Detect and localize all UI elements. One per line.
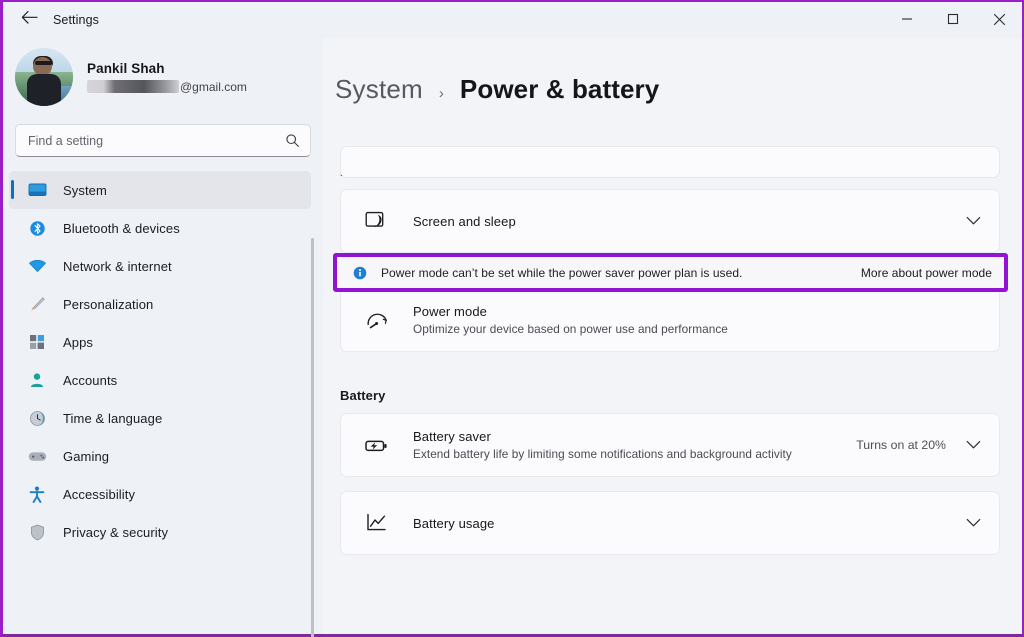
sidebar: Pankil Shah @gmail.com [3,38,323,634]
shield-icon [25,522,49,542]
apps-grid-icon [25,332,49,352]
row-title: Screen and sleep [413,214,966,229]
sidebar-item-system[interactable]: System [9,171,311,209]
avatar [15,48,73,106]
row-title: Battery usage [413,516,966,531]
accessibility-person-icon [25,484,49,504]
sidebar-item-gaming[interactable]: Gaming [9,437,311,475]
sidebar-item-privacy-security[interactable]: Privacy & security [9,513,311,551]
back-button[interactable] [11,4,47,36]
person-icon [25,370,49,390]
sidebar-item-label: Network & internet [63,259,172,274]
sidebar-item-network-internet[interactable]: Network & internet [9,247,311,285]
sidebar-item-label: Privacy & security [63,525,168,540]
breadcrumb: System › Power & battery [335,38,1022,118]
bluetooth-icon [25,218,49,238]
row-title: Power mode [413,304,981,319]
row-title: Battery saver [413,429,856,444]
sidebar-item-label: Personalization [63,297,153,312]
search-input[interactable] [28,134,285,148]
row-battery-usage[interactable]: Battery usage [341,492,999,554]
sidebar-item-label: Gaming [63,449,109,464]
redacted-email-block [87,80,179,93]
breadcrumb-parent-link[interactable]: System [335,74,423,105]
sidebar-item-time-language[interactable]: Time & language [9,399,311,437]
window-title: Settings [53,13,99,27]
row-subtitle: Extend battery life by limiting some not… [413,447,856,461]
settings-scroll-area: Power Screen and sleep [335,164,1022,634]
main-content: System › Power & battery Power [323,38,1022,634]
battery-card-usage: Battery usage [340,491,1000,555]
battery-saver-icon [363,436,391,455]
maximize-button[interactable] [930,2,976,36]
row-battery-saver[interactable]: Battery saver Extend battery life by lim… [341,414,999,476]
breadcrumb-separator-icon: › [439,85,444,102]
search-icon [285,133,300,148]
partial-card-above [340,146,1000,178]
section-heading-battery: Battery [340,388,1022,403]
power-mode-warning-banner: Power mode can’t be set while the power … [337,257,1004,288]
power-card-power-mode: Power mode Optimize your device based on… [340,288,1000,352]
power-mode-warning-highlight: Power mode can’t be set while the power … [333,253,1008,292]
sidebar-item-bluetooth-devices[interactable]: Bluetooth & devices [9,209,311,247]
account-email: @gmail.com [87,80,247,94]
power-mode-warning-text: Power mode can’t be set while the power … [381,266,861,280]
sidebar-item-label: Bluetooth & devices [63,221,180,236]
battery-saver-value: Turns on at 20% [856,438,946,452]
sidebar-item-label: System [63,183,107,198]
battery-usage-chart-icon [363,513,391,533]
sidebar-nav: System Bluetooth & devices [3,171,323,551]
close-icon [993,13,1006,26]
info-icon [353,266,369,280]
page-title: Power & battery [460,74,659,105]
chevron-down-icon[interactable] [966,216,981,226]
screen-sleep-icon [363,211,391,232]
sidebar-item-accessibility[interactable]: Accessibility [9,475,311,513]
window-body: Pankil Shah @gmail.com [3,38,1022,634]
account-name: Pankil Shah [87,61,247,76]
title-bar: Settings [3,2,1022,38]
settings-window: Settings [0,0,1024,637]
power-card-screen-sleep: Screen and sleep [340,189,1000,253]
account-email-domain: @gmail.com [180,80,247,94]
system-monitor-icon [25,180,49,200]
search-box[interactable] [15,124,311,157]
power-mode-gauge-icon [363,310,391,331]
back-arrow-icon [21,10,38,30]
row-power-mode[interactable]: Power mode Optimize your device based on… [341,289,999,351]
sidebar-item-label: Accessibility [63,487,135,502]
chevron-down-icon[interactable] [966,440,981,450]
sidebar-item-label: Accounts [63,373,117,388]
battery-card-saver: Battery saver Extend battery life by lim… [340,413,1000,477]
paintbrush-icon [25,294,49,314]
minimize-button[interactable] [884,2,930,36]
sidebar-item-label: Apps [63,335,93,350]
row-subtitle: Optimize your device based on power use … [413,322,981,336]
sidebar-item-label: Time & language [63,411,162,426]
more-about-power-mode-link[interactable]: More about power mode [861,266,992,280]
minimize-icon [901,13,913,25]
search-container [3,112,323,157]
account-tile[interactable]: Pankil Shah @gmail.com [3,40,323,112]
sidebar-item-apps[interactable]: Apps [9,323,311,361]
window-controls [884,2,1022,38]
wifi-icon [25,256,49,276]
maximize-icon [947,13,959,25]
sidebar-scrollbar[interactable] [311,238,314,637]
row-screen-and-sleep[interactable]: Screen and sleep [341,190,999,252]
clock-globe-icon [25,408,49,428]
sidebar-item-personalization[interactable]: Personalization [9,285,311,323]
sidebar-item-accounts[interactable]: Accounts [9,361,311,399]
close-button[interactable] [976,2,1022,36]
chevron-down-icon[interactable] [966,518,981,528]
gamepad-icon [25,446,49,466]
